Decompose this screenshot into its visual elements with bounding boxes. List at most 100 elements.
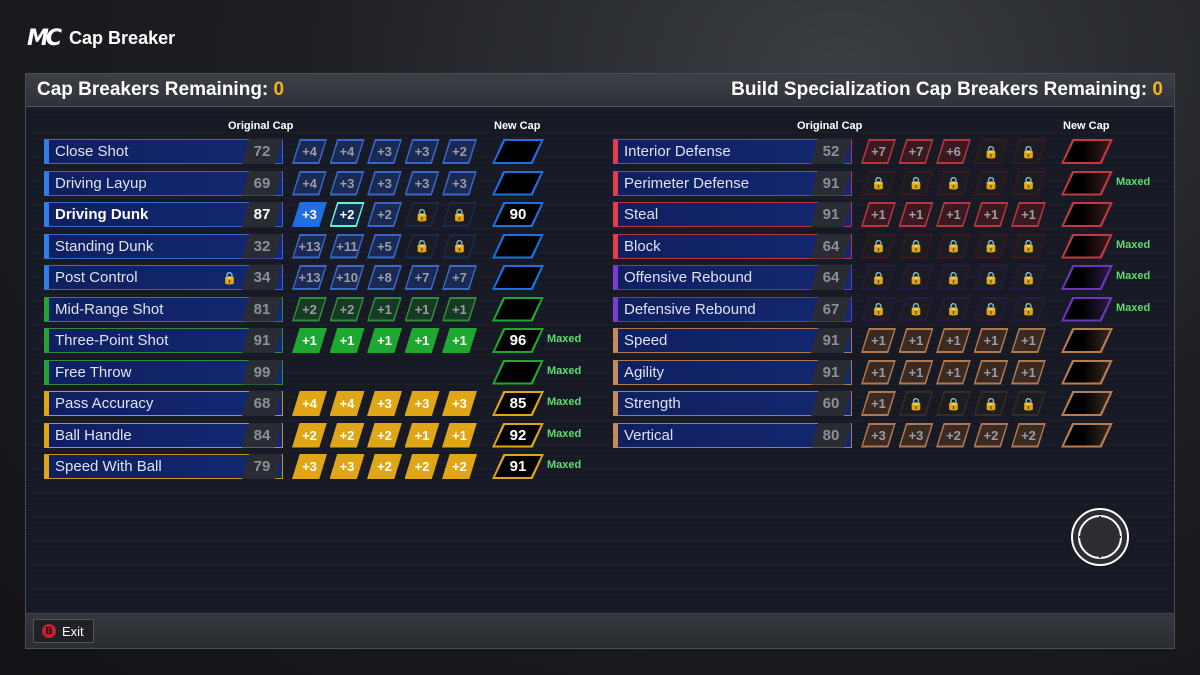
stat-row[interactable]: Agility 91 +1 +1 +1 +1 +1 [613, 359, 1173, 385]
stat-bar[interactable]: Offensive Rebound 64 [613, 265, 852, 290]
stat-row[interactable]: Defensive Rebound 67 🔒 🔒 🔒 🔒 🔒 Maxed [613, 296, 1173, 322]
cap-boost[interactable]: +1 [973, 328, 1009, 353]
cap-boost[interactable]: +1 [292, 328, 327, 353]
cap-boost[interactable]: +1 [861, 391, 896, 416]
cap-boost[interactable]: +1 [898, 359, 934, 385]
stat-bar[interactable]: Agility 91 [613, 359, 852, 385]
cap-boost[interactable]: +1 [404, 328, 440, 353]
cap-boost[interactable]: +7 [442, 265, 477, 290]
cap-boost[interactable]: +1 [898, 202, 934, 227]
cap-boost[interactable]: +1 [329, 328, 365, 353]
stat-bar[interactable]: Defensive Rebound 67 [613, 296, 852, 322]
cap-boost[interactable]: +5 [367, 233, 402, 259]
cap-boost[interactable]: +11 [329, 233, 365, 259]
cap-boost[interactable]: +2 [442, 454, 477, 479]
stat-bar[interactable]: Post Control 🔒 34 [44, 265, 283, 290]
cap-boost[interactable]: +1 [861, 328, 896, 353]
cap-boost[interactable]: +1 [442, 422, 477, 448]
stat-row[interactable]: Post Control 🔒 34 +13 +10 +8 +7 +7 [44, 265, 604, 290]
cap-boost[interactable]: +7 [898, 139, 934, 164]
stat-row[interactable]: Three-Point Shot 91 +1 +1 +1 +1 +1 96 Maxed [44, 328, 604, 353]
cap-boost[interactable]: +3 [442, 170, 477, 196]
stat-bar[interactable]: Driving Layup 69 [44, 170, 283, 196]
cap-boost[interactable]: +1 [442, 328, 477, 353]
stat-bar[interactable]: Ball Handle 84 [44, 422, 283, 448]
stat-row[interactable]: Pass Accuracy 68 +4 +4 +3 +3 +3 85 Maxed [44, 391, 604, 416]
stat-row[interactable]: Block 64 🔒 🔒 🔒 🔒 🔒 Maxed [613, 233, 1173, 259]
stat-row[interactable]: Close Shot 72 +4 +4 +3 +3 +2 [44, 139, 604, 164]
cap-boost[interactable]: +2 [329, 202, 365, 227]
cap-boost[interactable]: +2 [367, 422, 402, 448]
cap-boost[interactable]: +2 [329, 422, 365, 448]
stat-bar[interactable]: Speed With Ball 79 [44, 454, 283, 479]
cap-boost[interactable]: +8 [367, 265, 402, 290]
stat-bar[interactable]: Standing Dunk 32 [44, 233, 283, 259]
stat-row[interactable]: Interior Defense 52 +7 +7 +6 🔒 🔒 [613, 139, 1173, 164]
cap-boost[interactable]: +3 [367, 391, 402, 416]
cap-boost[interactable]: +1 [404, 422, 440, 448]
stat-bar[interactable]: Strength 60 [613, 391, 852, 416]
cap-boost[interactable]: +1 [973, 202, 1009, 227]
stat-bar[interactable]: Interior Defense 52 [613, 139, 852, 164]
cap-boost[interactable]: +7 [404, 265, 440, 290]
cap-boost[interactable]: +1 [861, 359, 896, 385]
stat-row[interactable]: Driving Layup 69 +4 +3 +3 +3 +3 [44, 170, 604, 196]
cap-boost[interactable]: +3 [292, 202, 327, 227]
exit-button[interactable]: B Exit [33, 619, 94, 643]
cap-boost[interactable]: +1 [1011, 202, 1046, 227]
stat-row[interactable]: Steal 91 +1 +1 +1 +1 +1 [613, 202, 1173, 227]
cap-boost[interactable]: +1 [936, 202, 971, 227]
stat-row[interactable]: Ball Handle 84 +2 +2 +2 +1 +1 92 Maxed [44, 422, 604, 448]
stat-row[interactable]: Standing Dunk 32 +13 +11 +5 🔒 🔒 [44, 233, 604, 259]
stat-row[interactable]: Mid-Range Shot 81 +2 +2 +1 +1 +1 [44, 296, 604, 322]
stat-bar[interactable]: Driving Dunk 87 [44, 202, 283, 227]
basketball-icon[interactable] [1070, 507, 1130, 567]
stat-row[interactable]: Driving Dunk 87 +3 +2 +2 🔒 🔒 90 [44, 202, 604, 227]
stat-bar[interactable]: Close Shot 72 [44, 139, 283, 164]
stat-bar[interactable]: Pass Accuracy 68 [44, 391, 283, 416]
stat-row[interactable]: Offensive Rebound 64 🔒 🔒 🔒 🔒 🔒 Maxed [613, 265, 1173, 290]
cap-boost[interactable]: +3 [404, 170, 440, 196]
cap-boost[interactable]: +2 [936, 422, 971, 448]
cap-boost[interactable]: +2 [367, 454, 402, 479]
cap-boost[interactable]: +1 [898, 328, 934, 353]
cap-boost[interactable]: +1 [973, 359, 1009, 385]
cap-boost[interactable]: +1 [936, 328, 971, 353]
cap-boost[interactable]: +1 [936, 359, 971, 385]
stat-bar[interactable]: Steal 91 [613, 202, 852, 227]
cap-boost[interactable]: +1 [861, 202, 896, 227]
cap-boost[interactable]: +1 [1011, 328, 1046, 353]
stat-bar[interactable]: Three-Point Shot 91 [44, 328, 283, 353]
cap-boost[interactable]: +2 [292, 422, 327, 448]
cap-boost[interactable]: +3 [292, 454, 327, 479]
cap-boost[interactable]: +6 [936, 139, 971, 164]
cap-boost[interactable]: +2 [973, 422, 1009, 448]
cap-boost[interactable]: +3 [367, 139, 402, 164]
stat-bar[interactable]: Vertical 80 [613, 422, 852, 448]
cap-boost[interactable]: +3 [898, 422, 934, 448]
stat-row[interactable]: Strength 60 +1 🔒 🔒 🔒 🔒 [613, 391, 1173, 416]
stat-row[interactable]: Speed 91 +1 +1 +1 +1 +1 [613, 328, 1173, 353]
cap-boost[interactable]: +3 [329, 170, 365, 196]
cap-boost[interactable]: +1 [367, 296, 402, 322]
cap-boost[interactable]: +13 [292, 265, 327, 290]
cap-boost[interactable]: +7 [861, 139, 896, 164]
cap-boost[interactable]: +2 [404, 454, 440, 479]
cap-boost[interactable]: +10 [329, 265, 365, 290]
stat-row[interactable]: Speed With Ball 79 +3 +3 +2 +2 +2 91 Maxed [44, 454, 604, 479]
cap-boost[interactable]: +1 [367, 328, 402, 353]
cap-boost[interactable]: +1 [442, 296, 477, 322]
stat-bar[interactable]: Mid-Range Shot 81 [44, 296, 283, 322]
cap-boost[interactable]: +2 [1011, 422, 1046, 448]
cap-boost[interactable]: +3 [861, 422, 896, 448]
cap-boost[interactable]: +2 [442, 139, 477, 164]
cap-boost[interactable]: +4 [292, 170, 327, 196]
stat-row[interactable]: Free Throw 99 Maxed [44, 359, 604, 385]
stat-row[interactable]: Vertical 80 +3 +3 +2 +2 +2 [613, 422, 1173, 448]
cap-boost[interactable]: +3 [367, 170, 402, 196]
cap-boost[interactable]: +2 [367, 202, 402, 227]
cap-boost[interactable]: +4 [329, 391, 365, 416]
cap-boost[interactable]: +4 [292, 139, 327, 164]
stat-bar[interactable]: Block 64 [613, 233, 852, 259]
cap-boost[interactable]: +4 [329, 139, 365, 164]
